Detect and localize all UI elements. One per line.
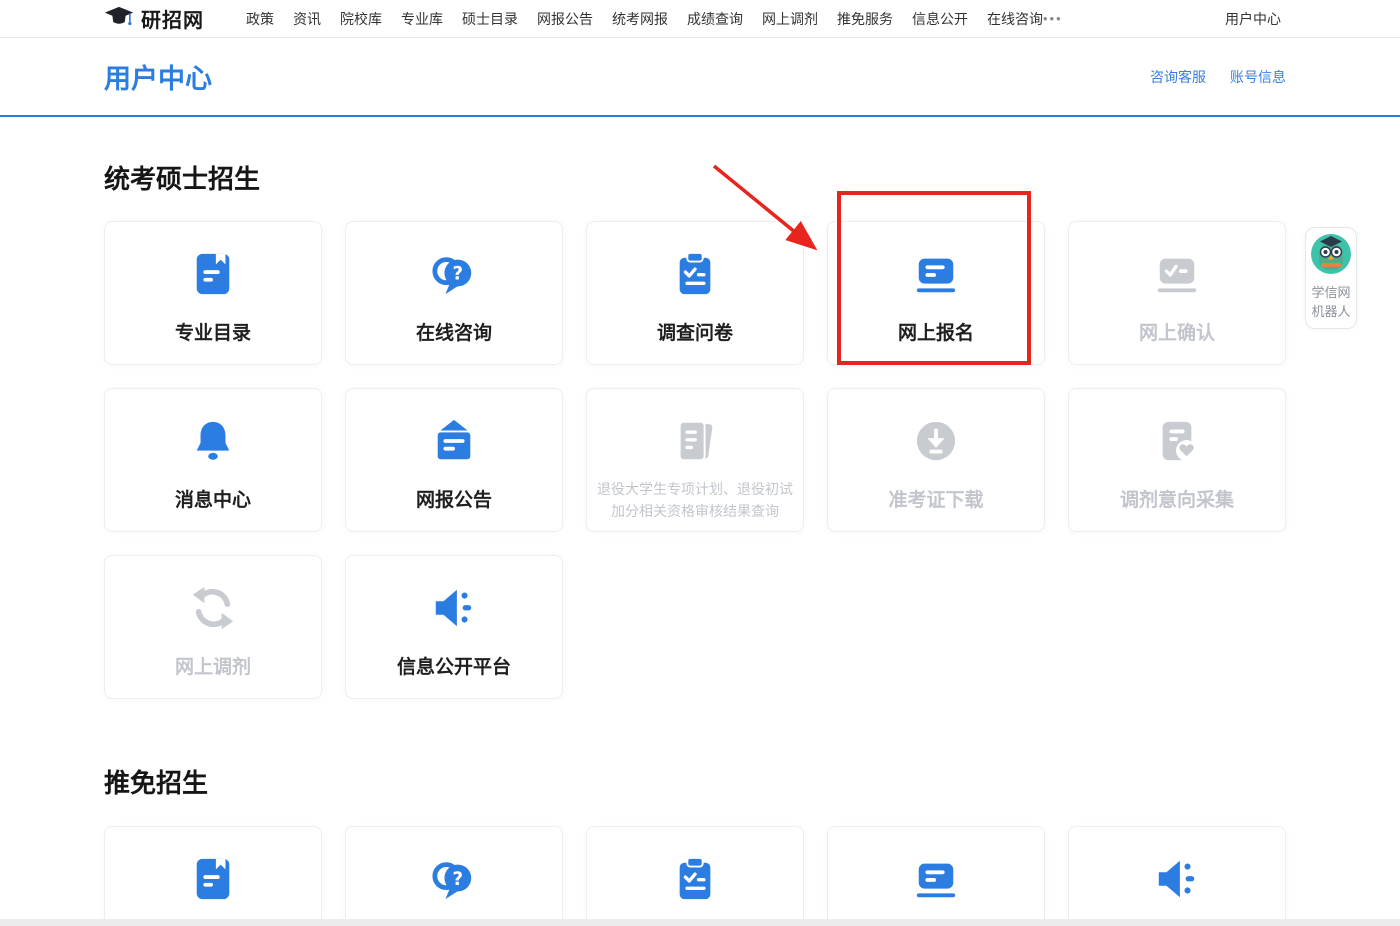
customer-service-link[interactable]: 咨询客服: [1150, 67, 1206, 87]
section-title-recommendation: 推免招生: [104, 763, 1400, 800]
nav-user-center-link[interactable]: 用户中心: [1225, 9, 1281, 29]
card-online-register[interactable]: 网上报名: [827, 221, 1045, 365]
speaker-icon: [1154, 856, 1200, 902]
card-label: 在线咨询: [416, 318, 492, 345]
card-label: 消息中心: [175, 485, 251, 512]
card-adjustment-intention: 调剂意向采集: [1068, 388, 1286, 532]
card-label: 退役大学生专项计划、退役初试加分相关资格审核结果查询: [587, 478, 803, 522]
card-label: 信息公开平台: [397, 652, 511, 679]
chat-question-icon: ?: [431, 251, 477, 297]
header-links: 咨询客服 账号信息: [1150, 67, 1286, 87]
card-online-consult[interactable]: ? 在线咨询: [345, 221, 563, 365]
card-admission-ticket-download: 准考证下载: [827, 388, 1045, 532]
card-tm-survey[interactable]: 调查问卷: [586, 826, 804, 926]
site-logo[interactable]: 研招网: [104, 4, 204, 33]
card-veteran-result-query: 退役大学生专项计划、退役初试加分相关资格审核结果查询: [586, 388, 804, 532]
main-content: 统考硕士招生 专业目录?在线咨询调查问卷网上报名网上确认消息中心网报公告退役大学…: [0, 159, 1400, 926]
result-query-icon: [672, 418, 718, 464]
nav-item-7[interactable]: 成绩查询: [687, 9, 743, 29]
card-survey[interactable]: 调查问卷: [586, 221, 804, 365]
card-label: 调查问卷: [657, 318, 733, 345]
nav-item-5[interactable]: 网报公告: [537, 9, 593, 29]
card-info-platform[interactable]: 信息公开平台: [345, 555, 563, 699]
card-tm-major-catalog[interactable]: 专业目录: [104, 826, 322, 926]
catalog-icon: [190, 856, 236, 902]
robot-label: 学信网 机器人: [1311, 283, 1350, 321]
card-tm-admission-info[interactable]: 推免录取信息公开: [1068, 826, 1286, 926]
card-major-catalog[interactable]: 专业目录: [104, 221, 322, 365]
bell-icon: [190, 418, 236, 464]
nav-item-8[interactable]: 网上调剂: [762, 9, 818, 29]
card-online-confirm: 网上确认: [1068, 221, 1286, 365]
card-tm-online-register[interactable]: 网上报名: [827, 826, 1045, 926]
download-icon: [913, 418, 959, 464]
nav-item-0[interactable]: 政策: [246, 9, 274, 29]
card-label: 网上确认: [1139, 318, 1215, 345]
nav-item-6[interactable]: 统考网报: [612, 9, 668, 29]
svg-text:?: ?: [453, 264, 464, 285]
logo-text: 研招网: [141, 4, 204, 33]
card-label: 调剂意向采集: [1120, 485, 1234, 512]
card-label: 网上调剂: [175, 652, 251, 679]
nav-item-11[interactable]: 在线咨询: [987, 9, 1043, 29]
page-header: 用户中心 咨询客服 账号信息: [0, 38, 1400, 117]
survey-icon: [672, 251, 718, 297]
nav-item-9[interactable]: 推免服务: [837, 9, 893, 29]
card-label: 专业目录: [175, 318, 251, 345]
card-online-adjustment: 网上调剂: [104, 555, 322, 699]
section-title-unified-exam: 统考硕士招生: [104, 159, 1400, 196]
horizontal-scrollbar[interactable]: [0, 919, 1400, 926]
page-title: 用户中心: [104, 57, 212, 96]
robot-avatar-icon: [1311, 234, 1351, 279]
confirm-icon: [1154, 251, 1200, 297]
heart-doc-icon: [1154, 418, 1200, 464]
register-icon: [913, 856, 959, 902]
notice-icon: [431, 418, 477, 464]
chat-question-icon: ?: [431, 856, 477, 902]
nav-item-4[interactable]: 硕士目录: [462, 9, 518, 29]
chsi-robot-widget[interactable]: 学信网 机器人: [1305, 227, 1357, 329]
survey-icon: [672, 856, 718, 902]
refresh-icon: [190, 585, 236, 631]
top-navbar: 研招网 政策资讯院校库专业库硕士目录网报公告统考网报成绩查询网上调剂推免服务信息…: [0, 0, 1400, 38]
card-tm-online-consult[interactable]: ?在线咨询: [345, 826, 563, 926]
register-icon: [913, 251, 959, 297]
recommendation-card-grid: 专业目录?在线咨询调查问卷网上报名推免录取信息公开: [104, 826, 1286, 926]
card-label: 网报公告: [416, 485, 492, 512]
nav-item-1[interactable]: 资讯: [293, 9, 321, 29]
user-center-page: 研招网 政策资讯院校库专业库硕士目录网报公告统考网报成绩查询网上调剂推免服务信息…: [0, 0, 1400, 926]
card-message-center[interactable]: 消息中心: [104, 388, 322, 532]
nav-item-2[interactable]: 院校库: [340, 9, 382, 29]
nav-item-10[interactable]: 信息公开: [912, 9, 968, 29]
svg-text:?: ?: [453, 869, 464, 890]
card-announcement[interactable]: 网报公告: [345, 388, 563, 532]
speaker-icon: [431, 585, 477, 631]
card-label: 网上报名: [898, 318, 974, 345]
nav-menu: 政策资讯院校库专业库硕士目录网报公告统考网报成绩查询网上调剂推免服务信息公开在线…: [246, 9, 1043, 29]
account-info-link[interactable]: 账号信息: [1230, 67, 1286, 87]
graduation-cap-icon: [104, 4, 134, 33]
nav-more-button[interactable]: •••: [1043, 11, 1063, 26]
unified-exam-card-grid: 专业目录? 在线咨询 调查问卷 网上报名 网上确认消息中心 网报公告 退役大学生专项计划、退…: [104, 221, 1286, 699]
nav-item-3[interactable]: 专业库: [401, 9, 443, 29]
card-label: 准考证下载: [888, 485, 983, 512]
catalog-icon: [190, 251, 236, 297]
